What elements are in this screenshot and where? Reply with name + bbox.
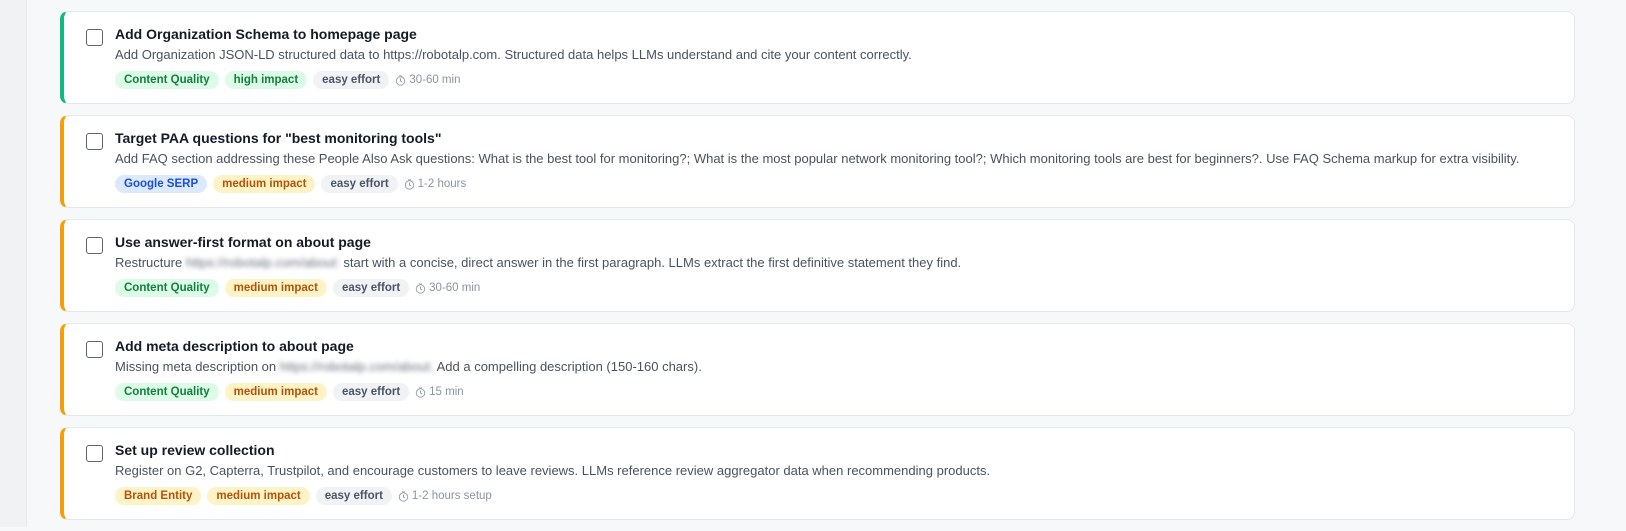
description-suffix: start with a concise, direct answer in t… <box>343 255 962 270</box>
clock-icon <box>404 178 414 190</box>
category-badge: Brand Entity <box>115 487 202 505</box>
description-prefix: Missing meta description on <box>115 359 277 374</box>
recommendation-description: Add FAQ section addressing these People … <box>115 151 1520 166</box>
recommendation-title: Add Organization Schema to homepage page <box>115 26 417 42</box>
time-estimate: 15 min <box>415 386 464 398</box>
recommendation-description: Register on G2, Capterra, Trustpilot, an… <box>115 463 991 478</box>
recommendation-title: Use answer-first format on about page <box>115 234 371 250</box>
description-suffix: Add a compelling description (150-160 ch… <box>436 359 702 374</box>
effort-badge: easy effort <box>321 175 398 193</box>
time-estimate-label: 30-60 min <box>429 282 481 294</box>
time-estimate-label: 30-60 min <box>409 74 461 86</box>
recommendation-list: Add Organization Schema to homepage page… <box>60 11 1575 531</box>
tag-row: Brand Entity medium impact easy effort 1… <box>115 487 492 505</box>
clock-icon <box>415 386 426 398</box>
clock-icon <box>415 282 426 294</box>
tag-row: Content Quality medium impact easy effor… <box>115 279 480 297</box>
impact-badge: medium impact <box>207 487 310 505</box>
effort-badge: easy effort <box>315 487 392 505</box>
recommendation-card: Add Organization Schema to homepage page… <box>60 11 1575 104</box>
impact-badge: high impact <box>224 71 308 89</box>
recommendation-title: Add meta description to about page <box>115 338 354 354</box>
clock-icon <box>396 74 406 86</box>
tag-row: Content Quality medium impact easy effor… <box>115 383 464 401</box>
effort-badge: easy effort <box>313 71 390 89</box>
effort-badge: easy effort <box>332 383 410 401</box>
recommendation-description: Restructure https://robotalp.com/about: … <box>115 255 961 270</box>
impact-badge: medium impact <box>224 279 327 297</box>
recommendation-description: Add Organization JSON-LD structured data… <box>115 47 912 62</box>
time-estimate: 30-60 min <box>415 282 480 294</box>
recommendation-card: Add meta description to about page Missi… <box>60 323 1575 416</box>
task-checkbox[interactable] <box>86 445 103 462</box>
time-estimate: 1-2 hours <box>404 178 467 190</box>
left-panel-edge <box>0 0 27 527</box>
recommendation-card: Use answer-first format on about page Re… <box>60 219 1575 312</box>
recommendation-card: Target PAA questions for "best monitorin… <box>60 115 1575 208</box>
time-estimate-label: 15 min <box>429 386 464 398</box>
blurred-url: https://robotalp.com/about: <box>185 255 340 270</box>
clock-icon <box>398 490 409 502</box>
impact-badge: medium impact <box>224 383 327 401</box>
task-checkbox[interactable] <box>86 133 103 150</box>
task-checkbox[interactable] <box>86 341 103 358</box>
recommendation-description: Missing meta description on https://robo… <box>115 359 702 374</box>
impact-badge: medium impact <box>213 175 316 193</box>
time-estimate-label: 1-2 hours setup <box>411 490 492 502</box>
time-estimate: 1-2 hours setup <box>398 490 492 502</box>
time-estimate: 30-60 min <box>395 74 460 86</box>
effort-badge: easy effort <box>332 279 410 297</box>
recommendation-title: Set up review collection <box>115 442 275 458</box>
recommendation-card: Set up review collection Register on G2,… <box>60 427 1575 520</box>
tag-row: Content Quality high impact easy effort … <box>115 71 460 89</box>
tag-row: Google SERP medium impact easy effort 1-… <box>115 175 466 193</box>
task-checkbox[interactable] <box>86 237 103 254</box>
recommendation-title: Target PAA questions for "best monitorin… <box>115 130 442 146</box>
category-badge: Content Quality <box>115 383 219 401</box>
task-checkbox[interactable] <box>86 29 103 46</box>
description-prefix: Restructure <box>115 255 183 270</box>
category-badge: Content Quality <box>115 279 219 297</box>
category-badge: Google SERP <box>115 175 208 193</box>
time-estimate-label: 1-2 hours <box>417 178 467 190</box>
category-badge: Content Quality <box>115 71 219 89</box>
blurred-url: https://robotalp.com/about. <box>279 359 434 374</box>
